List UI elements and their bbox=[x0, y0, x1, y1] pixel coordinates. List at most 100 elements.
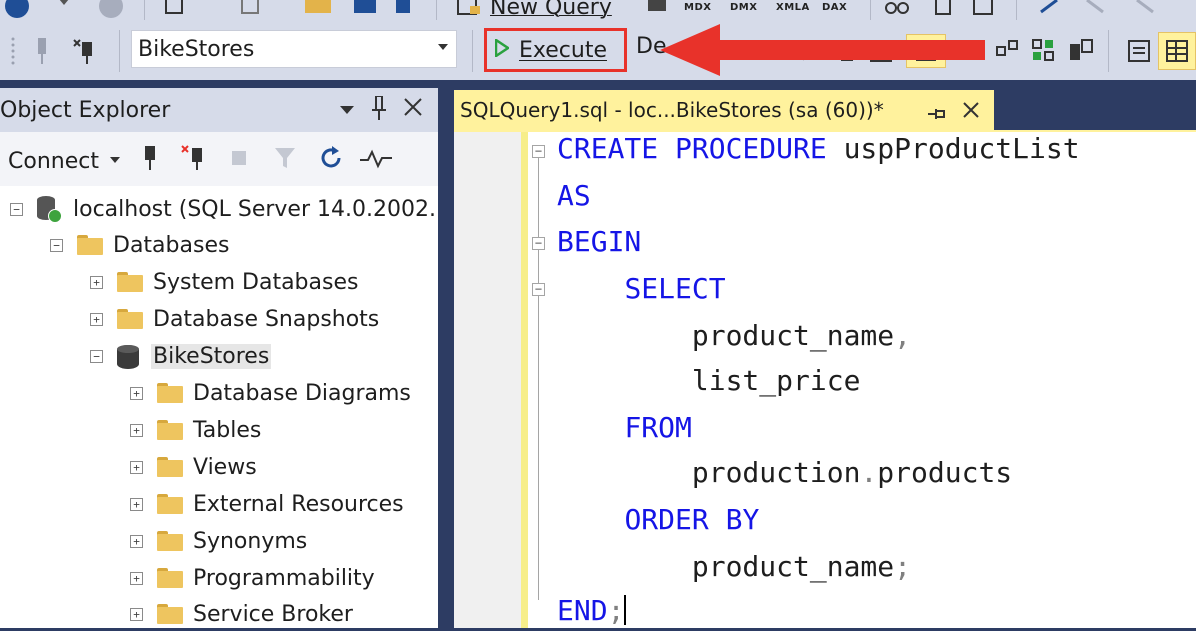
tree-node-databases[interactable]: − Databases bbox=[50, 228, 229, 262]
mdx-query-button[interactable]: MDX bbox=[684, 2, 711, 13]
expand-icon[interactable]: + bbox=[130, 497, 143, 511]
pin-icon[interactable] bbox=[372, 95, 386, 125]
tree-node-system-databases[interactable]: + System Databases bbox=[90, 265, 358, 299]
identifier: products bbox=[877, 456, 1013, 489]
tree-node-server[interactable]: − localhost (SQL Server 14.0.2002.1 bbox=[10, 192, 450, 226]
intellisense-icon[interactable] bbox=[1028, 36, 1062, 66]
expand-icon[interactable]: + bbox=[130, 571, 143, 585]
expand-icon[interactable]: + bbox=[90, 275, 103, 289]
tree-node-views[interactable]: + Views bbox=[130, 450, 257, 484]
expand-icon[interactable]: + bbox=[130, 423, 143, 437]
add-item-icon[interactable] bbox=[236, 0, 266, 18]
include-actual-plan-icon[interactable] bbox=[1064, 36, 1098, 66]
chevron-down-icon[interactable] bbox=[438, 41, 448, 55]
save-all-icon[interactable] bbox=[390, 0, 416, 18]
tree-node-label: localhost (SQL Server 14.0.2002.1 bbox=[73, 196, 450, 222]
collapse-icon[interactable]: − bbox=[90, 349, 103, 363]
collapse-region-icon[interactable]: − bbox=[532, 237, 545, 250]
tree-node-label: Service Broker bbox=[193, 601, 353, 627]
redo-icon[interactable] bbox=[1080, 0, 1110, 18]
xmla-query-button[interactable]: XMLA bbox=[776, 2, 810, 13]
chevron-down-icon bbox=[109, 145, 120, 170]
standard-toolbar: New Query MDX DMX XMLA DAX bbox=[0, 0, 1196, 23]
tree-node-synonyms[interactable]: + Synonyms bbox=[130, 524, 307, 558]
redo-dropdown-icon[interactable] bbox=[1130, 0, 1160, 18]
folder-icon bbox=[157, 604, 183, 624]
punctuation: , bbox=[894, 319, 912, 352]
expand-icon[interactable]: + bbox=[130, 534, 143, 548]
close-icon[interactable] bbox=[404, 98, 422, 121]
undo-icon[interactable] bbox=[1034, 0, 1064, 18]
tree-node-label: External Resources bbox=[193, 491, 404, 517]
refresh-icon[interactable] bbox=[318, 144, 344, 178]
tree-node-database-diagrams[interactable]: + Database Diagrams bbox=[130, 376, 411, 410]
back-icon[interactable] bbox=[2, 0, 32, 18]
connect-button[interactable]: Connect bbox=[8, 145, 120, 174]
tree-node-tables[interactable]: + Tables bbox=[130, 413, 261, 447]
folder-icon bbox=[117, 272, 143, 292]
tree-node-external-resources[interactable]: + External Resources bbox=[130, 487, 404, 521]
folder-icon bbox=[157, 531, 183, 551]
available-databases-select[interactable]: BikeStores bbox=[131, 30, 457, 68]
panel-splitter[interactable] bbox=[438, 88, 454, 628]
database-select-value: BikeStores bbox=[138, 36, 255, 62]
close-tab-icon[interactable] bbox=[962, 100, 980, 124]
tree-node-bikestores[interactable]: − BikeStores bbox=[90, 339, 272, 373]
window-position-icon[interactable] bbox=[340, 100, 354, 121]
sql-editor-toolbar: BikeStores Execute De bbox=[0, 22, 1196, 80]
toolbar-separator bbox=[1016, 0, 1017, 20]
filter-icon[interactable] bbox=[274, 146, 296, 176]
paste-icon[interactable] bbox=[968, 0, 998, 18]
toolbar-separator bbox=[144, 0, 145, 20]
tree-node-label: Programmability bbox=[193, 565, 375, 591]
collapse-icon[interactable]: − bbox=[10, 202, 23, 216]
expand-icon[interactable]: + bbox=[130, 386, 143, 400]
new-query-button[interactable]: New Query bbox=[456, 0, 612, 20]
identifier: product_name bbox=[691, 550, 895, 583]
forward-icon[interactable] bbox=[96, 0, 126, 18]
dropdown-icon[interactable] bbox=[54, 0, 74, 14]
change-connection-icon[interactable] bbox=[70, 34, 104, 68]
tree-node-programmability[interactable]: + Programmability bbox=[130, 561, 375, 595]
stop-icon[interactable] bbox=[230, 148, 248, 173]
tab-title: SQLQuery1.sql - loc...BikeStores (sa (60… bbox=[460, 98, 884, 122]
save-icon[interactable] bbox=[350, 0, 380, 18]
expand-icon[interactable]: + bbox=[130, 460, 143, 474]
dmx-query-button[interactable]: DMX bbox=[730, 2, 757, 13]
open-file-icon[interactable] bbox=[300, 0, 336, 18]
database-icon bbox=[117, 343, 139, 369]
keyword: CREATE PROCEDURE bbox=[557, 132, 827, 165]
play-icon bbox=[494, 37, 511, 62]
dax-query-button[interactable]: DAX bbox=[822, 2, 847, 13]
collapse-region-icon[interactable]: − bbox=[532, 283, 545, 296]
collapse-icon[interactable]: − bbox=[50, 238, 63, 252]
cut-icon[interactable] bbox=[882, 0, 912, 18]
connect-object-explorer-icon[interactable] bbox=[140, 144, 160, 178]
connect-icon[interactable] bbox=[28, 34, 56, 68]
results-to-text-icon[interactable] bbox=[1122, 36, 1156, 66]
toolbar-separator bbox=[436, 0, 437, 20]
database-engine-query-icon[interactable] bbox=[644, 0, 670, 18]
new-query-icon bbox=[456, 0, 484, 18]
new-project-icon[interactable] bbox=[160, 0, 190, 18]
disconnect-icon[interactable] bbox=[180, 144, 210, 178]
object-explorer-title: Object Explorer bbox=[0, 97, 171, 123]
collapse-region-icon[interactable]: − bbox=[532, 145, 545, 158]
tab-sqlquery1[interactable]: SQLQuery1.sql - loc...BikeStores (sa (60… bbox=[454, 90, 994, 130]
toolbar-separator bbox=[1108, 30, 1109, 72]
tree-node-service-broker[interactable]: + Service Broker bbox=[130, 597, 353, 631]
query-options-icon[interactable] bbox=[990, 36, 1024, 66]
expand-icon[interactable]: + bbox=[130, 607, 143, 621]
folder-icon bbox=[157, 457, 183, 477]
activity-monitor-icon[interactable] bbox=[360, 148, 392, 176]
results-to-grid-icon[interactable] bbox=[1158, 32, 1196, 70]
object-explorer-titlebar: Object Explorer bbox=[0, 88, 438, 132]
pin-icon[interactable] bbox=[926, 102, 946, 126]
tree-node-database-snapshots[interactable]: + Database Snapshots bbox=[90, 302, 379, 336]
change-tracking-bar bbox=[521, 132, 528, 628]
expand-icon[interactable]: + bbox=[90, 312, 103, 326]
toolbar-grip-icon bbox=[6, 34, 20, 68]
execute-button[interactable]: Execute bbox=[484, 28, 627, 72]
tree-node-label: Tables bbox=[193, 417, 262, 443]
copy-icon[interactable] bbox=[930, 0, 956, 18]
